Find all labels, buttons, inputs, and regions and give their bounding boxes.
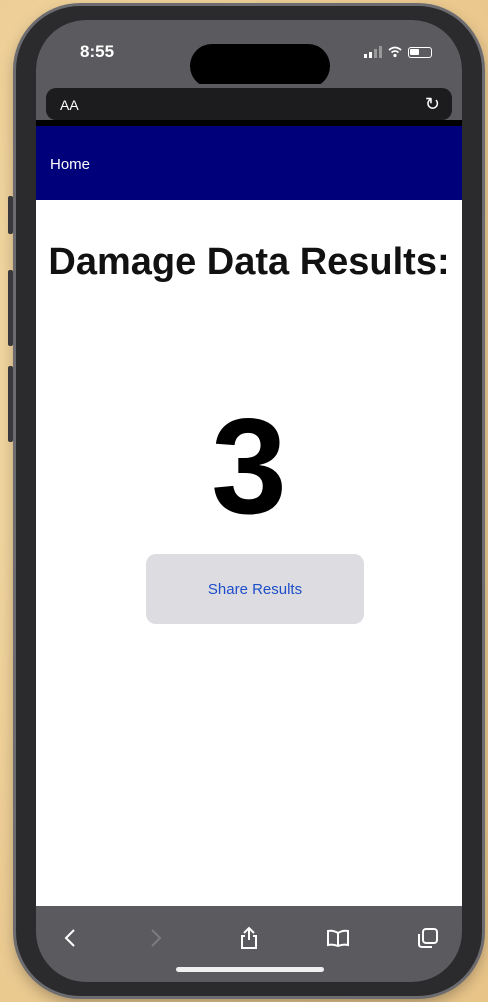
url-bar: AA ↻ [36, 84, 462, 120]
url-field[interactable]: AA ↻ [46, 88, 452, 120]
signal-icon [364, 46, 382, 58]
volume-up-button [8, 270, 13, 346]
page-title: Damage Data Results: [48, 241, 450, 283]
tabs-icon[interactable] [408, 918, 448, 958]
home-link[interactable]: Home [50, 156, 90, 173]
browser-toolbar [36, 906, 462, 982]
status-icons [364, 46, 432, 58]
battery-icon [408, 46, 432, 58]
share-icon[interactable] [229, 918, 269, 958]
share-results-button[interactable]: Share Results [146, 554, 364, 624]
phone-screen: 8:55 AA ↻ Home Damage Data Results: 3 Sh… [36, 20, 462, 982]
volume-down-button [8, 366, 13, 442]
text-size-button[interactable]: AA [60, 97, 79, 113]
phone-frame: 8:55 AA ↻ Home Damage Data Results: 3 Sh… [8, 6, 482, 996]
wifi-icon [388, 46, 402, 58]
bookmarks-icon[interactable] [318, 918, 358, 958]
nav-bar: Home [36, 126, 462, 200]
result-value: 3 [211, 390, 287, 542]
home-indicator [176, 967, 324, 972]
reload-icon[interactable]: ↻ [425, 94, 440, 115]
action-button [8, 196, 13, 234]
forward-icon[interactable] [136, 918, 176, 958]
web-content: Home Damage Data Results: 3 Share Result… [36, 126, 462, 906]
status-bar: 8:55 [36, 20, 462, 88]
status-time: 8:55 [80, 42, 115, 61]
back-icon[interactable] [50, 918, 90, 958]
dynamic-island [190, 44, 330, 88]
